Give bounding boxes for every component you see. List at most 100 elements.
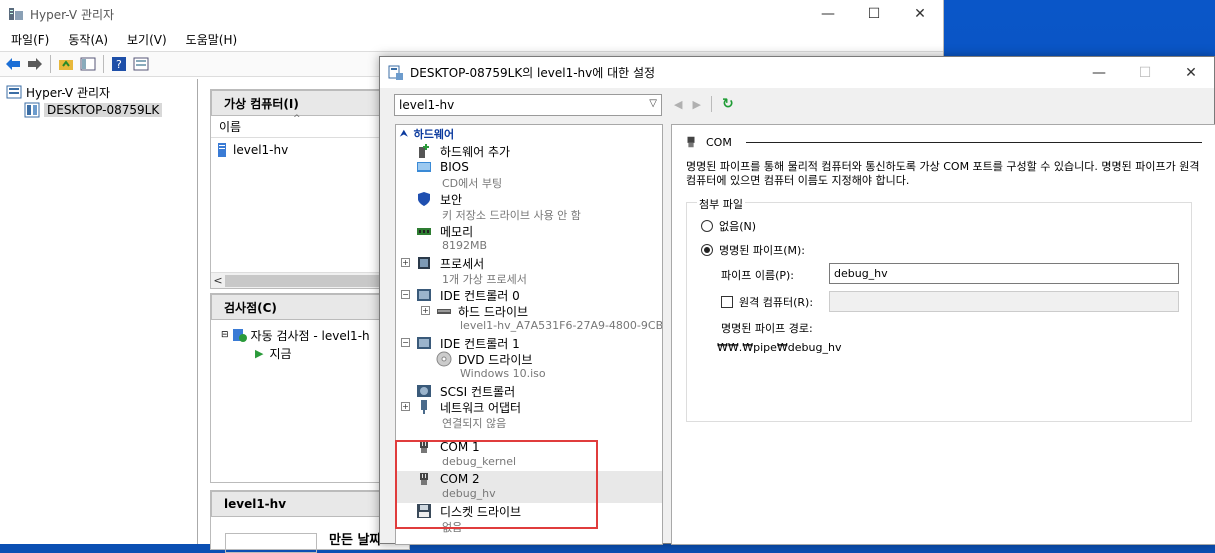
expand-icon[interactable]: + <box>401 258 410 267</box>
dialog-titlebar: DESKTOP-08759LK의 level1-hv에 대한 설정 — ☐ ✕ <box>380 57 1214 88</box>
processor-label: 프로세서 <box>440 256 485 271</box>
com-description: 명명된 파이프를 통해 물리적 컴퓨터와 통신하도록 가상 COM 포트를 구성… <box>686 160 1200 187</box>
menu-file[interactable]: 파일(F) <box>0 31 57 48</box>
hw-add-hardware[interactable]: 하드웨어 추가 <box>396 143 662 159</box>
remote-computer-label: 원격 컴퓨터(R): <box>739 296 814 309</box>
server-icon <box>24 102 40 118</box>
folder-up-icon[interactable] <box>57 55 75 73</box>
expand-icon[interactable]: + <box>421 306 430 315</box>
vm-select-value: level1-hv <box>399 98 455 112</box>
collapse-icon[interactable]: ⊟ <box>221 330 229 340</box>
collapse-chevron-icon[interactable]: ⮝ <box>400 129 408 139</box>
hardware-section-header[interactable]: ⮝ 하드웨어 <box>396 125 662 143</box>
svg-text:?: ? <box>116 58 122 71</box>
scroll-left-icon[interactable]: < <box>211 274 225 287</box>
ide1-label: IDE 컨트롤러 1 <box>440 336 520 351</box>
hw-ide-controller-1[interactable]: − IDE 컨트롤러 1 <box>396 335 662 351</box>
help-icon[interactable]: ? <box>110 55 128 73</box>
hw-bios[interactable]: BIOS CD에서 부팅 <box>396 159 662 191</box>
security-sub: 키 저장소 드라이브 사용 안 함 <box>442 209 581 222</box>
radio-named-pipe[interactable]: 명명된 파이프(M): <box>701 242 805 258</box>
scroll-thumb[interactable] <box>225 274 385 287</box>
add-hardware-label: 하드웨어 추가 <box>440 144 511 159</box>
security-label: 보안 <box>440 192 463 207</box>
pipe-name-input[interactable]: debug_hv <box>829 263 1179 284</box>
dialog-maximize-button: ☐ <box>1138 64 1152 81</box>
play-icon: ▶ <box>255 346 264 360</box>
memory-icon <box>417 228 431 235</box>
refresh-icon[interactable]: ↻ <box>722 96 734 112</box>
ide-controller-icon <box>417 337 431 349</box>
center-pane: 가상 컴퓨터(I) 이름 ^ level1-hv < 검사점(C) ⊟ 자동 검… <box>202 79 410 553</box>
properties-icon[interactable] <box>132 55 150 73</box>
tree-host-item[interactable]: DESKTOP-08759LK <box>0 101 197 119</box>
hdd-sub: level1-hv_A7A531F6-27A9-4800-9CB7... <box>460 319 662 332</box>
remote-computer-input <box>829 291 1179 312</box>
menu-help[interactable]: 도움말(H) <box>175 31 246 48</box>
back-arrow-icon[interactable] <box>4 55 22 73</box>
radio-none[interactable]: 없음(N) <box>701 218 756 234</box>
attachment-group: 첨부 파일 없음(N) 명명된 파이프(M): 파이프 이름(P): debug… <box>686 196 1192 422</box>
hyperv-app-icon <box>9 8 23 20</box>
ide0-label: IDE 컨트롤러 0 <box>440 288 520 303</box>
vm-name-column-label: 이름 <box>219 120 242 134</box>
dvd-sub: Windows 10.iso <box>460 367 546 380</box>
collapse-icon[interactable]: − <box>401 338 410 347</box>
close-button[interactable]: ✕ <box>897 0 943 28</box>
console-tree-icon[interactable] <box>79 55 97 73</box>
maximize-button[interactable]: ☐ <box>851 0 897 28</box>
hw-dvd-drive[interactable]: DVD 드라이브 Windows 10.iso <box>396 351 662 383</box>
minimize-button[interactable]: — <box>805 0 851 28</box>
remote-computer-checkbox[interactable]: 원격 컴퓨터(R): <box>721 294 813 310</box>
com-settings-pane: COM 명명된 파이프를 통해 물리적 컴퓨터와 통신하도록 가상 COM 포트… <box>671 124 1215 545</box>
com-group-title: COM <box>684 135 1202 149</box>
network-sub: 연결되지 않음 <box>442 417 507 430</box>
vm-select-dropdown[interactable]: level1-hv ▽ <box>394 94 662 116</box>
auto-checkpoint-label: 자동 검사점 - level1-h <box>250 328 370 343</box>
dialog-close-button[interactable]: ✕ <box>1168 57 1214 88</box>
dialog-minimize-button[interactable]: — <box>1076 57 1122 88</box>
hw-scsi-controller[interactable]: SCSI 컨트롤러 <box>396 383 662 399</box>
remote-computer-checkbox-box[interactable] <box>721 296 733 308</box>
console-tree: Hyper-V 관리자 DESKTOP-08759LK <box>0 79 198 544</box>
attachment-legend: 첨부 파일 <box>697 196 745 212</box>
hw-ide-controller-0[interactable]: − IDE 컨트롤러 0 <box>396 287 662 303</box>
ide-controller-icon <box>417 289 431 301</box>
memory-sub: 8192MB <box>442 239 488 252</box>
pipe-name-label: 파이프 이름(P): <box>721 269 795 282</box>
previous-arrow-icon[interactable]: ◀ <box>674 98 682 111</box>
scsi-label: SCSI 컨트롤러 <box>440 384 516 399</box>
hdd-label: 하드 드라이브 <box>458 304 529 319</box>
forward-arrow-icon[interactable] <box>26 55 44 73</box>
radio-none-label: 없음(N) <box>719 220 757 233</box>
com-port-icon <box>687 136 695 148</box>
tree-root-label: Hyper-V 관리자 <box>26 85 111 100</box>
dvd-icon <box>436 351 452 367</box>
radio-named-pipe-label: 명명된 파이프(M): <box>719 244 805 257</box>
checkpoint-icon <box>232 329 247 342</box>
menu-action[interactable]: 동작(A) <box>57 31 116 48</box>
hw-network-adapter[interactable]: + 네트워크 어댑터 연결되지 않음 <box>396 399 662 431</box>
chevron-down-icon: ▽ <box>649 98 657 109</box>
add-hardware-icon <box>419 144 429 158</box>
collapse-icon[interactable]: − <box>401 290 410 299</box>
tree-root-hyperv[interactable]: Hyper-V 관리자 <box>0 83 197 101</box>
bios-icon <box>417 162 431 172</box>
radio-named-pipe-indicator[interactable] <box>701 244 713 256</box>
hw-memory[interactable]: 메모리 8192MB <box>396 223 662 255</box>
bios-label: BIOS <box>440 160 469 174</box>
radio-none-indicator[interactable] <box>701 220 713 232</box>
memory-label: 메모리 <box>440 224 474 239</box>
menu-view[interactable]: 보기(V) <box>116 31 175 48</box>
hw-hard-drive[interactable]: + 하드 드라이브 level1-hv_A7A531F6-27A9-4800-9… <box>396 303 662 335</box>
hw-processor[interactable]: + 프로세서 1개 가상 프로세서 <box>396 255 662 287</box>
hw-security[interactable]: 보안 키 저장소 드라이브 사용 안 함 <box>396 191 662 223</box>
com-title-label: COM <box>706 135 732 149</box>
network-adapter-icon <box>421 400 427 414</box>
hardware-section-label: 하드웨어 <box>413 128 455 141</box>
bios-sub: CD에서 부팅 <box>442 177 503 190</box>
hard-drive-icon <box>437 309 451 314</box>
next-arrow-icon[interactable]: ▶ <box>692 98 700 111</box>
pipe-path-label: 명명된 파이프 경로: <box>721 322 813 335</box>
expand-icon[interactable]: + <box>401 402 410 411</box>
